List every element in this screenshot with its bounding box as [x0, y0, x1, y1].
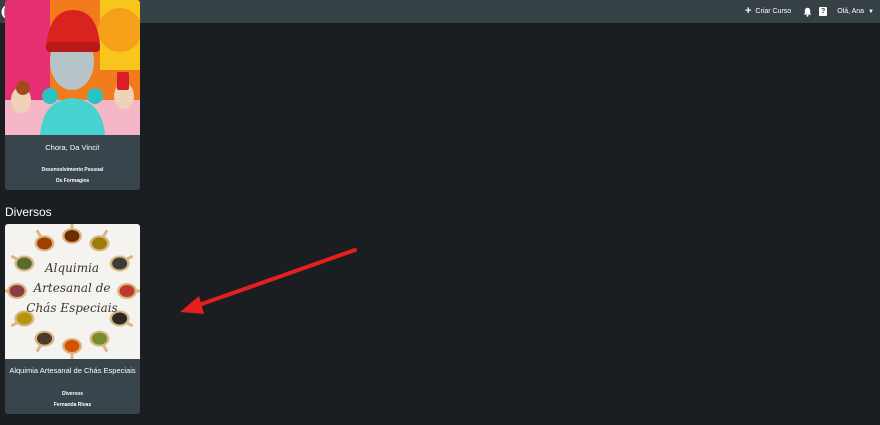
annotation-arrow	[180, 248, 357, 314]
